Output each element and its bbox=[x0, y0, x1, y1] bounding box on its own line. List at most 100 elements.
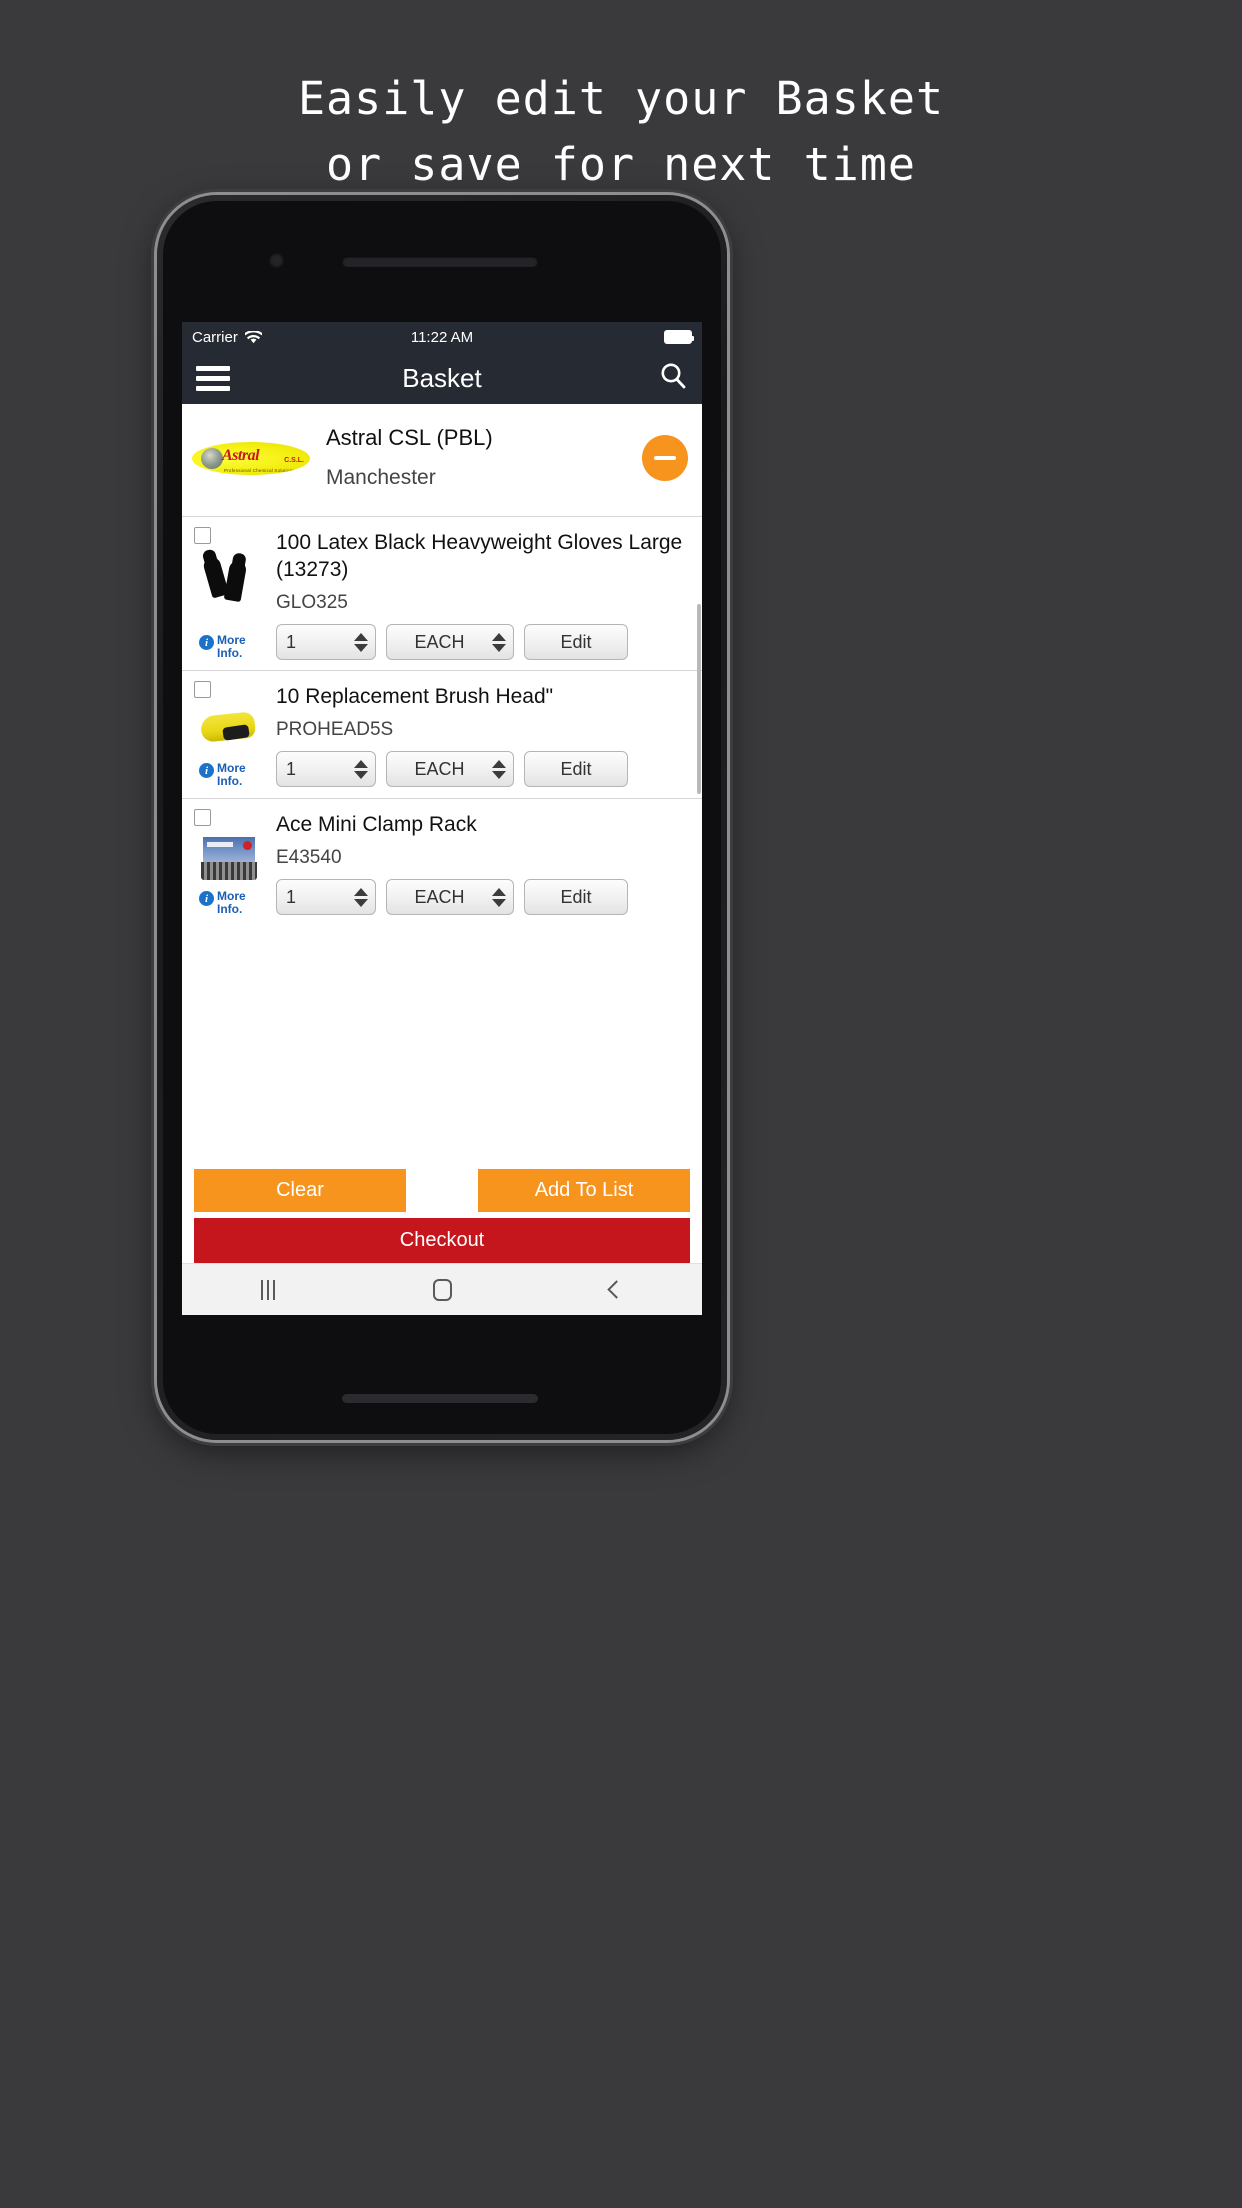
clamp-rack-image bbox=[200, 834, 258, 882]
quantity-stepper[interactable]: 1 bbox=[276, 879, 376, 915]
status-bar-right bbox=[664, 330, 694, 344]
battery-icon bbox=[664, 330, 694, 344]
product-sku: GLO325 bbox=[276, 592, 348, 613]
unit-select[interactable]: EACH bbox=[386, 751, 514, 787]
product-title: Ace Mini Clamp Rack bbox=[276, 813, 477, 836]
search-icon[interactable] bbox=[658, 361, 688, 396]
app-navigation-bar: Basket bbox=[182, 352, 702, 404]
recents-icon[interactable] bbox=[261, 1279, 275, 1300]
account-header: Astral C.S.L. Professional Chemical Solu… bbox=[182, 404, 702, 516]
product-checkbox[interactable] bbox=[194, 681, 211, 698]
edit-label: Edit bbox=[560, 758, 592, 779]
select-arrows-icon[interactable] bbox=[492, 632, 506, 652]
product-details: 100 Latex Black Heavyweight Gloves Large… bbox=[268, 527, 694, 660]
phone-screen: Carrier 11:22 AM Basket Astral C.S.L. Pr… bbox=[182, 322, 702, 1315]
product-thumbnail bbox=[199, 830, 259, 886]
more-info-link[interactable]: i More Info. bbox=[199, 762, 259, 788]
unit-value: EACH bbox=[414, 631, 465, 652]
product-title: 10 Replacement Brush Head" bbox=[276, 685, 554, 708]
quantity-stepper[interactable]: 1 bbox=[276, 751, 376, 787]
secondary-actions-row: Clear Add To List bbox=[194, 1169, 690, 1218]
product-checkbox[interactable] bbox=[194, 527, 211, 544]
home-indicator-bar bbox=[342, 1394, 538, 1403]
basket-actions: Clear Add To List Checkout bbox=[182, 1169, 702, 1263]
more-info-label: More Info. bbox=[217, 761, 246, 788]
rack-clamps bbox=[201, 862, 257, 880]
edit-button[interactable]: Edit bbox=[524, 751, 628, 787]
hamburger-bar bbox=[196, 375, 230, 381]
edit-label: Edit bbox=[560, 631, 592, 652]
more-info-label: More Info. bbox=[217, 889, 246, 916]
stepper-arrows-icon[interactable] bbox=[354, 632, 368, 652]
unit-select[interactable]: EACH bbox=[386, 624, 514, 660]
product-thumbnail bbox=[199, 548, 259, 604]
info-icon: i bbox=[199, 891, 214, 906]
account-name: Astral CSL (PBL) bbox=[326, 425, 493, 450]
product-checkbox[interactable] bbox=[194, 809, 211, 826]
product-controls: 1 EACH Edit bbox=[276, 879, 694, 915]
edit-button[interactable]: Edit bbox=[524, 624, 628, 660]
astral-logo: Astral C.S.L. Professional Chemical Solu… bbox=[192, 441, 310, 475]
product-left-column: i More Info. bbox=[190, 681, 268, 788]
table-row[interactable]: i More Info. 10 Replacement Brush Head" … bbox=[182, 670, 702, 798]
home-icon[interactable] bbox=[433, 1278, 452, 1301]
black-gloves-image bbox=[201, 549, 257, 603]
unit-value: EACH bbox=[414, 886, 465, 907]
quantity-value: 1 bbox=[286, 886, 297, 907]
scrollbar[interactable] bbox=[697, 604, 701, 794]
product-controls: 1 EACH Edit bbox=[276, 624, 694, 660]
stepper-arrows-icon[interactable] bbox=[354, 887, 368, 907]
earpiece-speaker bbox=[342, 256, 538, 267]
headline-line-2: or save for next time bbox=[326, 138, 916, 191]
globe-icon bbox=[201, 447, 223, 469]
remove-account-button[interactable] bbox=[642, 435, 688, 481]
product-left-column: i More Info. bbox=[190, 527, 268, 660]
headline-line-1: Easily edit your Basket bbox=[297, 72, 945, 125]
promo-headline: Easily edit your Basket or save for next… bbox=[0, 66, 1242, 198]
hamburger-bar bbox=[196, 365, 230, 371]
product-thumbnail bbox=[199, 702, 259, 758]
logo-tagline: Professional Chemical Solutions bbox=[224, 467, 295, 473]
basket-list: Astral C.S.L. Professional Chemical Solu… bbox=[182, 404, 702, 1169]
more-info-label: More Info. bbox=[217, 633, 246, 660]
product-left-column: i More Info. bbox=[190, 809, 268, 916]
unit-value: EACH bbox=[414, 758, 465, 779]
status-bar: Carrier 11:22 AM bbox=[182, 322, 702, 352]
back-icon[interactable] bbox=[607, 1280, 626, 1299]
quantity-value: 1 bbox=[286, 758, 297, 779]
product-details: Ace Mini Clamp Rack E43540 1 EACH Edit bbox=[268, 809, 694, 916]
account-location: Manchester bbox=[326, 466, 436, 489]
select-arrows-icon[interactable] bbox=[492, 887, 506, 907]
logo-wordmark: Astral bbox=[222, 446, 260, 464]
checkout-button[interactable]: Checkout bbox=[194, 1218, 690, 1263]
hamburger-menu-icon[interactable] bbox=[196, 365, 230, 391]
product-details: 10 Replacement Brush Head" PROHEAD5S 1 E… bbox=[268, 681, 694, 788]
page-title: Basket bbox=[402, 362, 482, 393]
phone-mockup: Carrier 11:22 AM Basket Astral C.S.L. Pr… bbox=[157, 195, 727, 1440]
rack-header-card bbox=[202, 836, 256, 863]
account-details: Astral CSL (PBL) Manchester bbox=[326, 418, 642, 498]
edit-button[interactable]: Edit bbox=[524, 879, 628, 915]
clear-button[interactable]: Clear bbox=[194, 1169, 406, 1212]
yellow-brush-head-image bbox=[199, 710, 257, 750]
select-arrows-icon[interactable] bbox=[492, 759, 506, 779]
product-title: 100 Latex Black Heavyweight Gloves Large… bbox=[276, 531, 683, 581]
stepper-arrows-icon[interactable] bbox=[354, 759, 368, 779]
more-info-link[interactable]: i More Info. bbox=[199, 634, 259, 660]
android-navigation-bar bbox=[182, 1263, 702, 1315]
front-camera-icon bbox=[269, 253, 284, 268]
quantity-stepper[interactable]: 1 bbox=[276, 624, 376, 660]
product-sku: PROHEAD5S bbox=[276, 719, 394, 740]
quantity-value: 1 bbox=[286, 631, 297, 652]
table-row[interactable]: i More Info. Ace Mini Clamp Rack E43540 … bbox=[182, 798, 702, 926]
product-sku: E43540 bbox=[276, 847, 342, 868]
hamburger-bar bbox=[196, 385, 230, 391]
add-to-list-button[interactable]: Add To List bbox=[478, 1169, 690, 1212]
more-info-link[interactable]: i More Info. bbox=[199, 890, 259, 916]
info-icon: i bbox=[199, 635, 214, 650]
unit-select[interactable]: EACH bbox=[386, 879, 514, 915]
brush-block bbox=[222, 724, 250, 741]
info-icon: i bbox=[199, 763, 214, 778]
edit-label: Edit bbox=[560, 886, 592, 907]
table-row[interactable]: i More Info. 100 Latex Black Heavyweight… bbox=[182, 516, 702, 670]
